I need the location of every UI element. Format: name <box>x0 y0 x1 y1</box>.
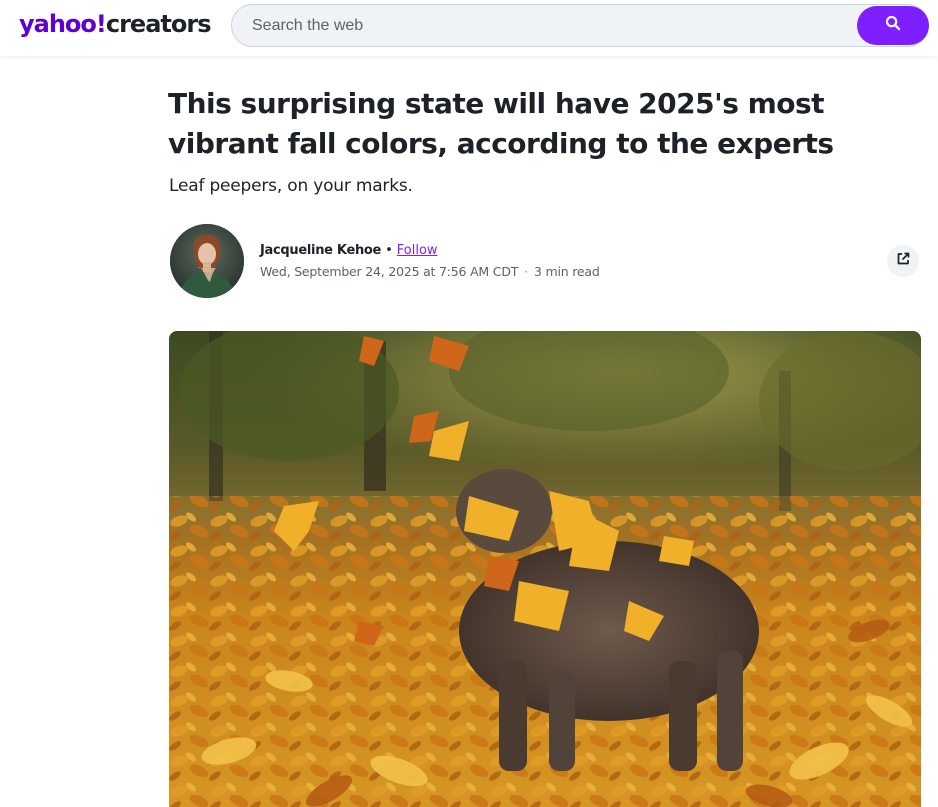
hero-image <box>169 331 921 807</box>
share-button[interactable] <box>887 245 919 277</box>
search-input[interactable] <box>252 15 832 37</box>
top-bar: yahoo!creators <box>0 0 938 56</box>
author-line: Jacqueline Kehoe • Follow <box>260 242 438 260</box>
article-meta: Wed, September 24, 2025 at 7:56 AM CDT · 3… <box>260 263 600 281</box>
read-time: 3 min read <box>533 264 600 279</box>
search-button[interactable] <box>857 6 929 45</box>
article-title: This surprising state will have 2025's m… <box>168 87 834 160</box>
logo-brand: yahoo! <box>19 10 107 38</box>
search-bar <box>231 4 929 47</box>
yahoo-creators-logo[interactable]: yahoo!creators <box>19 8 212 40</box>
author-name[interactable]: Jacqueline Kehoe <box>260 243 381 258</box>
meta-separator: · <box>524 264 528 279</box>
follow-button[interactable]: Follow <box>397 243 438 258</box>
search-icon <box>885 15 901 36</box>
article-subtitle: Leaf peepers, on your marks. <box>169 176 413 196</box>
author-separator: • <box>385 243 393 258</box>
publish-date: Wed, September 24, 2025 at 7:56 AM CDT <box>260 264 519 279</box>
logo-sub: creators <box>105 10 212 38</box>
external-share-icon <box>895 251 911 272</box>
author-avatar[interactable] <box>170 224 244 298</box>
